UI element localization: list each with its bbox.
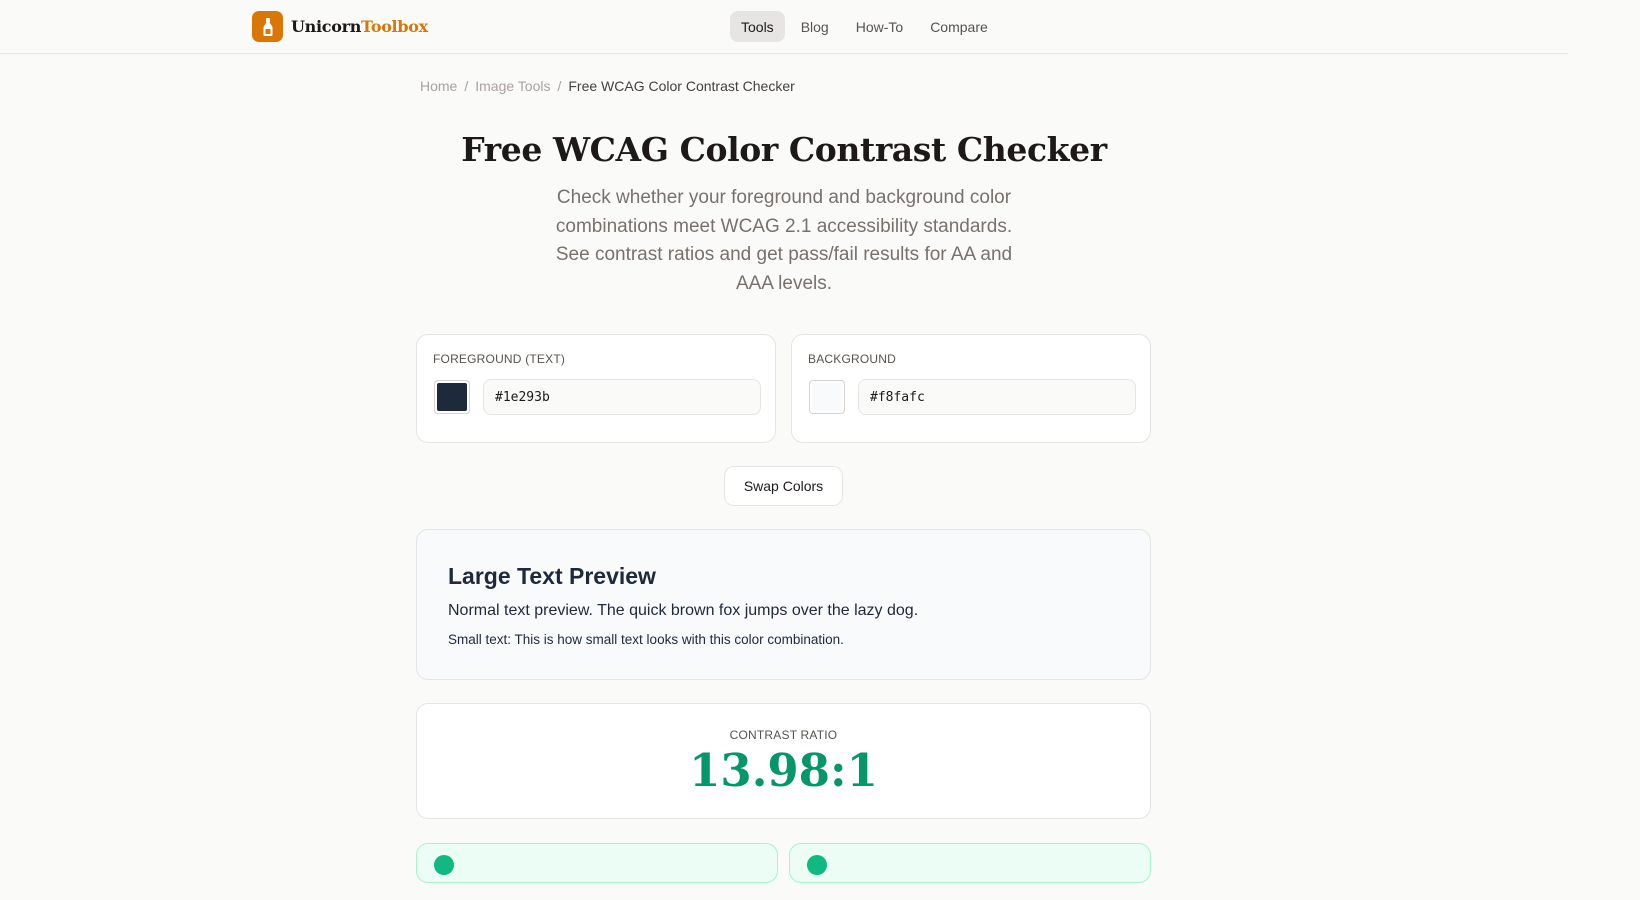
contrast-ratio-label: CONTRAST RATIO bbox=[729, 728, 838, 742]
brand-name-part2: Toolbox bbox=[361, 17, 428, 36]
breadcrumb-image-tools[interactable]: Image Tools bbox=[475, 78, 550, 94]
breadcrumb-home[interactable]: Home bbox=[420, 78, 457, 94]
pass-status-icon bbox=[434, 855, 454, 875]
result-card bbox=[416, 843, 778, 883]
brand-name: UnicornToolbox bbox=[291, 17, 428, 36]
bottle-icon bbox=[252, 11, 283, 42]
nav-item-blog[interactable]: Blog bbox=[790, 11, 840, 42]
breadcrumb: Home / Image Tools / Free WCAG Color Con… bbox=[420, 78, 795, 94]
contrast-ratio-card: CONTRAST RATIO 13.98:1 bbox=[416, 703, 1151, 819]
background-swatch bbox=[812, 383, 842, 411]
result-card bbox=[789, 843, 1151, 883]
breadcrumb-separator: / bbox=[557, 78, 562, 94]
main-nav: Tools Blog How-To Compare bbox=[730, 11, 1004, 42]
nav-item-compare[interactable]: Compare bbox=[919, 11, 999, 42]
page-subtitle: Check whether your foreground and backgr… bbox=[555, 187, 1013, 294]
brand-name-part1: Unicorn bbox=[291, 17, 362, 36]
pass-status-icon bbox=[807, 855, 827, 875]
text-preview-panel: Large Text Preview Normal text preview. … bbox=[416, 529, 1151, 680]
foreground-hex-input[interactable] bbox=[483, 379, 761, 415]
page-title: Free WCAG Color Contrast Checker bbox=[461, 130, 1107, 169]
large-text-preview: Large Text Preview bbox=[448, 563, 656, 589]
background-color-picker[interactable] bbox=[809, 380, 845, 414]
background-color-card: BACKGROUND bbox=[791, 334, 1151, 443]
foreground-label: FOREGROUND (TEXT) bbox=[433, 352, 566, 366]
background-label: BACKGROUND bbox=[808, 352, 897, 366]
breadcrumb-current: Free WCAG Color Contrast Checker bbox=[568, 78, 795, 94]
foreground-swatch bbox=[437, 383, 467, 411]
top-navigation-bar: UnicornToolbox Tools Blog How-To Compare bbox=[0, 0, 1568, 54]
nav-item-tools[interactable]: Tools bbox=[730, 11, 785, 42]
contrast-ratio-value: 13.98:1 bbox=[689, 744, 878, 797]
swap-colors-button[interactable]: Swap Colors bbox=[724, 466, 843, 506]
normal-text-preview: Normal text preview. The quick brown fox… bbox=[448, 602, 919, 619]
foreground-color-picker[interactable] bbox=[434, 380, 470, 414]
nav-item-how-to[interactable]: How-To bbox=[845, 11, 914, 42]
brand-logo-link[interactable]: UnicornToolbox bbox=[252, 11, 428, 42]
background-hex-input[interactable] bbox=[858, 379, 1136, 415]
small-text-preview: Small text: This is how small text looks… bbox=[448, 632, 844, 647]
breadcrumb-separator: / bbox=[464, 78, 469, 94]
foreground-color-card: FOREGROUND (TEXT) bbox=[416, 334, 776, 443]
